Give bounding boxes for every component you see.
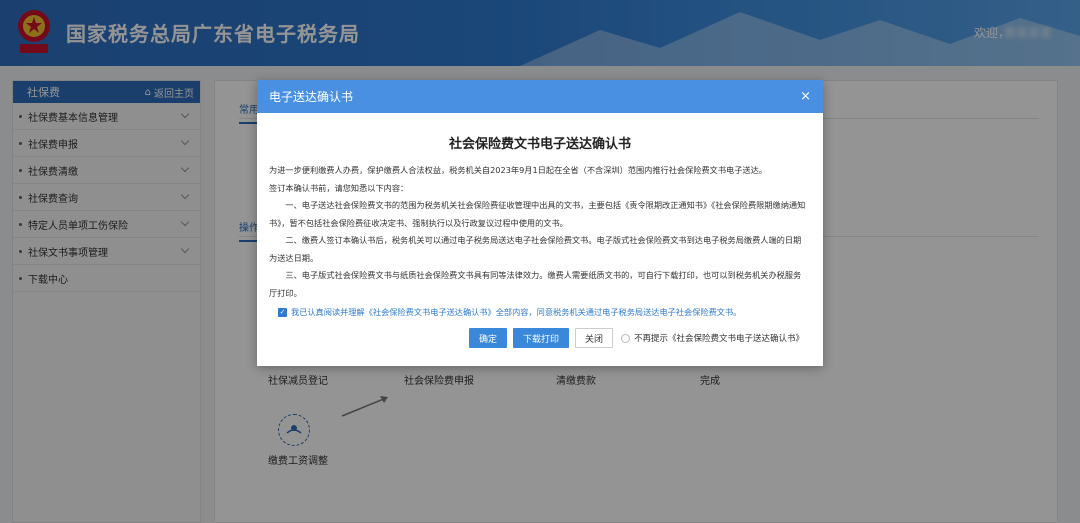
agree-text: 我已认真阅读并理解《社会保险费文书电子送达确认书》全部内容，同意税务机关通过电子…: [291, 307, 742, 317]
no-remind-label: 不再提示《社会保险费文书电子送达确认书》: [634, 334, 805, 344]
paragraph-item-1: 一、电子送达社会保险费文书的范围为税务机关社会保险费征收管理中出具的文书，主要包…: [269, 200, 806, 228]
confirm-button[interactable]: 确定: [469, 328, 508, 348]
close-button[interactable]: 关闭: [575, 328, 614, 348]
modal-header: 电子送达确认书 ×: [257, 80, 823, 113]
paragraph-item-2: 二、缴费人签订本确认书后，税务机关可以通过电子税务局送达电子社会保险费文书。电子…: [269, 235, 802, 263]
paragraph-notice: 签订本确认书前，请您知悉以下内容：: [269, 182, 409, 193]
modal-title: 社会保险费文书电子送达确认书: [448, 137, 631, 152]
download-print-button[interactable]: 下载打印: [513, 328, 570, 348]
modal-body: 为进一步便利缴费人办费，保护缴费人合法权益，税务机关自2023年9月1日起在全省…: [257, 162, 823, 302]
paragraph-item-3: 三、电子版式社会保险费文书与纸质社会保险费文书具有同等法律效力。缴费人需要纸质文…: [269, 270, 802, 298]
checkbox-checked-icon[interactable]: ✓: [278, 307, 287, 317]
paragraph-intro: 为进一步便利缴费人办费，保护缴费人合法权益，税务机关自2023年9月1日起在全省…: [269, 165, 767, 175]
confirm-modal: 电子送达确认书 × 社会保险费文书电子送达确认书 为进一步便利缴费人办费，保护缴…: [257, 80, 823, 366]
close-icon[interactable]: ×: [800, 89, 811, 104]
modal-actions: 确定 下载打印 关闭 不再提示《社会保险费文书电子送达确认书》: [469, 328, 804, 348]
no-remind-option[interactable]: 不再提示《社会保险费文书电子送达确认书》: [621, 332, 804, 344]
agree-checkbox-row[interactable]: ✓ 我已认真阅读并理解《社会保险费文书电子送达确认书》全部内容，同意税务机关通过…: [257, 306, 823, 318]
modal-header-title: 电子送达确认书: [269, 90, 354, 104]
checkbox-empty-icon[interactable]: [621, 333, 631, 343]
